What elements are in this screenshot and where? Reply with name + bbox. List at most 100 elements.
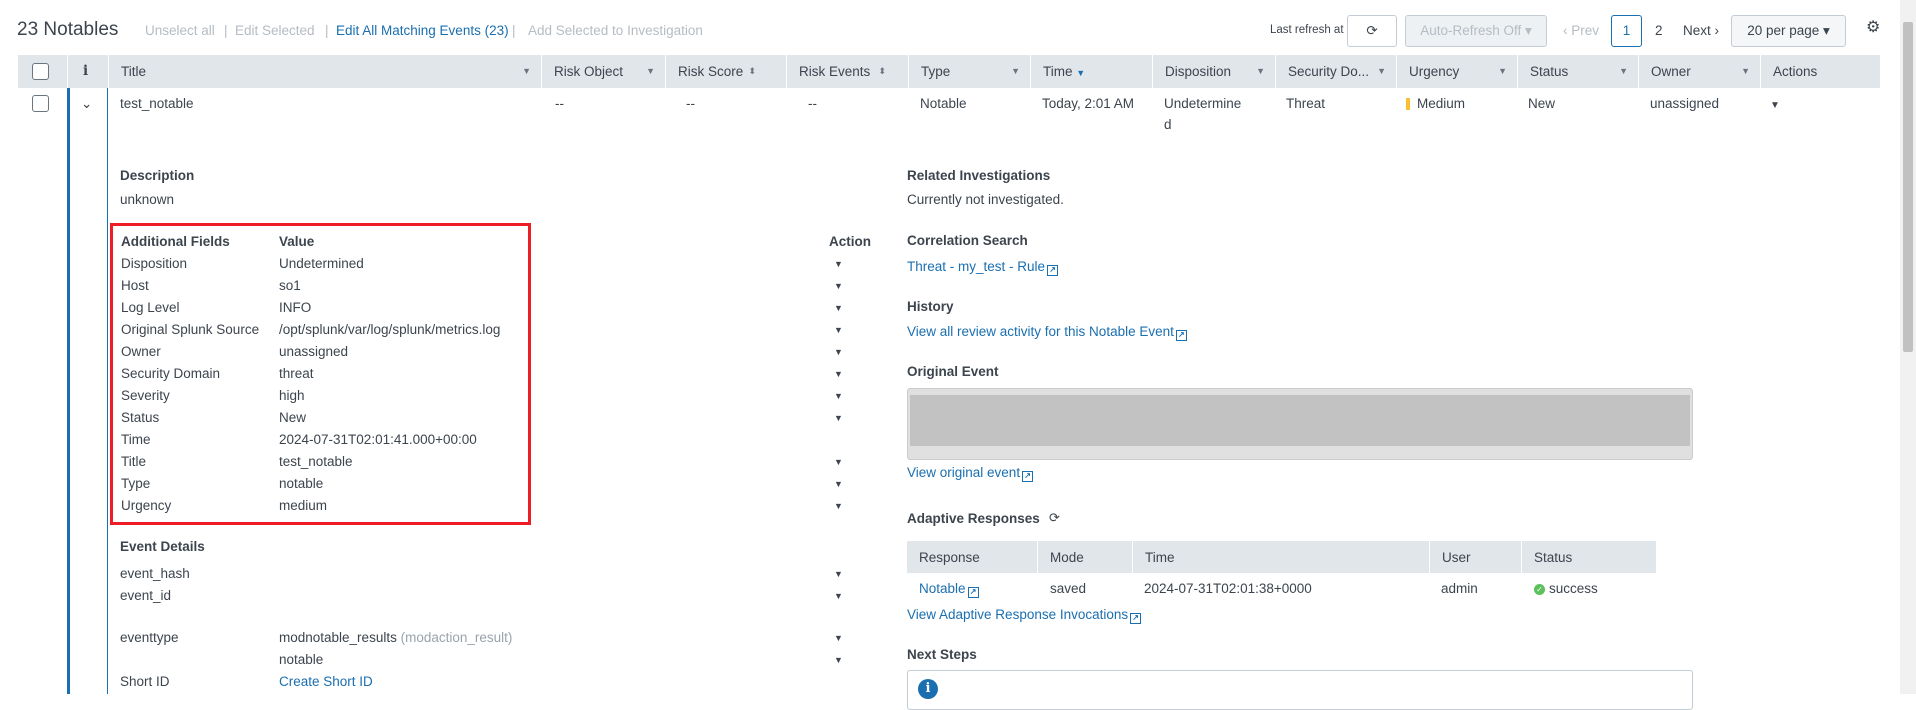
additional-field-value: INFO [279, 300, 312, 315]
row-type: Notable [920, 96, 967, 111]
refresh-button[interactable]: ⟳ [1347, 15, 1397, 47]
field-action-dropdown[interactable]: ▼ [834, 413, 843, 423]
auto-refresh-button[interactable]: Auto-Refresh Off ▾ [1405, 15, 1547, 47]
table-header: i Title ▼ Risk Object ▼ Risk Score ⬍ Risk E… [18, 55, 1880, 88]
additional-field-value: notable [279, 476, 324, 491]
row-security-domain: Threat [1286, 96, 1326, 111]
scrollbar[interactable] [1900, 0, 1916, 694]
page-2-button[interactable]: 2 [1655, 23, 1663, 38]
history-label: History [907, 299, 954, 314]
additional-field-name: Log Level [121, 300, 180, 315]
related-investigations-text: Currently not investigated. [907, 192, 1064, 207]
external-link-icon: ↗ [1047, 265, 1059, 276]
additional-field-value: threat [279, 366, 314, 381]
field-action-dropdown[interactable]: ▼ [834, 325, 843, 335]
field-action-dropdown[interactable]: ▼ [834, 501, 843, 511]
next-page-button[interactable]: Next › [1683, 23, 1719, 38]
related-investigations-label: Related Investigations [907, 168, 1051, 183]
additional-field-name: Owner [121, 344, 161, 359]
row-risk-score: -- [686, 96, 695, 111]
field-action-dropdown[interactable]: ▼ [834, 303, 843, 313]
short-id-label: Short ID [120, 674, 170, 689]
additional-field-value: 2024-07-31T02:01:41.000+00:00 [279, 432, 477, 447]
ar-time: 2024-07-31T02:01:38+0000 [1144, 581, 1312, 596]
additional-field-value: unassigned [279, 344, 349, 359]
settings-gear-icon[interactable]: ⚙ [1866, 17, 1880, 37]
eventtype-field: eventtype [120, 630, 179, 645]
additional-field-name: Time [121, 432, 151, 447]
event-id-action-dropdown[interactable]: ▼ [834, 591, 843, 601]
column-risk-events[interactable]: Risk Events ⬍ [786, 55, 908, 88]
per-page-select[interactable]: 20 per page ▾ [1731, 15, 1846, 47]
collapse-row-chevron-icon[interactable]: ⌄ [81, 96, 92, 112]
eventtype-action-dropdown[interactable]: ▼ [834, 633, 843, 643]
field-action-dropdown[interactable]: ▼ [834, 479, 843, 489]
prev-page-button[interactable]: ‹ Prev [1563, 23, 1599, 38]
adaptive-responses-label: Adaptive Responses [907, 511, 1040, 526]
additional-field-name: Status [121, 410, 160, 425]
edit-all-matching-link[interactable]: Edit All Matching Events (23) [336, 23, 509, 38]
unselect-all-link[interactable]: Unselect all [145, 23, 215, 38]
column-risk-score[interactable]: Risk Score ⬍ [665, 55, 786, 88]
column-status[interactable]: Status ▼ [1517, 55, 1638, 88]
row-actions-dropdown[interactable]: ▼ [1770, 100, 1780, 111]
column-risk-object[interactable]: Risk Object ▼ [541, 55, 665, 88]
description-value: unknown [120, 192, 175, 207]
row-owner: unassigned [1650, 96, 1720, 111]
select-all-checkbox[interactable] [32, 63, 49, 80]
row-title: test_notable [120, 96, 194, 111]
row-status: New [1528, 96, 1556, 111]
eventtype-2-action-dropdown[interactable]: ▼ [834, 655, 843, 665]
field-action-dropdown[interactable]: ▼ [834, 281, 843, 291]
info-icon: i [918, 679, 938, 699]
field-action-dropdown[interactable]: ▼ [834, 457, 843, 467]
value-header: Value [279, 234, 315, 249]
additional-field-value: Undetermined [279, 256, 364, 271]
column-type[interactable]: Type ▼ [908, 55, 1030, 88]
scrollbar-thumb[interactable] [1903, 22, 1913, 352]
view-ar-invocations-link[interactable]: View Adaptive Response Invocations ↗ [907, 607, 1142, 624]
additional-field-value: test_notable [279, 454, 353, 469]
correlation-search-label: Correlation Search [907, 233, 1028, 248]
create-short-id-link[interactable]: Create Short ID [279, 674, 373, 689]
additional-field-name: Type [121, 476, 151, 491]
ar-table-header: Response Mode Time User Status [907, 541, 1656, 574]
column-owner[interactable]: Owner ▼ [1638, 55, 1760, 88]
ar-user: admin [1441, 581, 1478, 596]
additional-field-name: Disposition [121, 256, 188, 271]
additional-field-value: New [279, 410, 307, 425]
adaptive-refresh-icon[interactable]: ⟳ [1049, 510, 1060, 526]
field-action-dropdown[interactable]: ▼ [834, 369, 843, 379]
page-1-button[interactable]: 1 [1611, 15, 1642, 47]
additional-field-name: Security Domain [121, 366, 221, 381]
row-checkbox[interactable] [32, 95, 49, 112]
column-security-domain[interactable]: Security Do... ▼ [1275, 55, 1396, 88]
add-to-investigation-link[interactable]: Add Selected to Investigation [528, 23, 703, 38]
event-hash-field: event_hash [120, 566, 190, 581]
field-action-dropdown[interactable]: ▼ [834, 391, 843, 401]
row-risk-events: -- [808, 96, 817, 111]
external-link-icon: ↗ [1175, 330, 1187, 341]
additional-field-value: medium [279, 498, 328, 513]
row-disposition: Undetermine d [1164, 96, 1242, 132]
view-original-event-link[interactable]: View original event ↗ [907, 465, 1034, 482]
description-label: Description [120, 168, 195, 183]
external-link-icon: ↗ [967, 587, 979, 598]
correlation-search-link[interactable]: Threat - my_test - Rule ↗ [907, 259, 1059, 276]
column-title[interactable]: Title ▼ [108, 55, 541, 88]
column-disposition[interactable]: Disposition ▼ [1152, 55, 1275, 88]
external-link-icon: ↗ [1022, 471, 1034, 482]
additional-field-value: /opt/splunk/var/log/splunk/metrics.log [279, 322, 501, 337]
event-hash-action-dropdown[interactable]: ▼ [834, 569, 843, 579]
eventtype-value-1: modnotable_results (modaction_result) [279, 630, 513, 645]
ar-response-link[interactable]: Notable ↗ [919, 581, 979, 598]
row-risk-object: -- [555, 96, 564, 111]
original-event-box [907, 388, 1693, 460]
column-time[interactable]: Time ▼ [1030, 55, 1152, 88]
event-id-field: event_id [120, 588, 172, 603]
history-link[interactable]: View all review activity for this Notabl… [907, 324, 1187, 341]
field-action-dropdown[interactable]: ▼ [834, 347, 843, 357]
edit-selected-link[interactable]: Edit Selected [235, 23, 315, 38]
field-action-dropdown[interactable]: ▼ [834, 259, 843, 269]
column-urgency[interactable]: Urgency ▼ [1396, 55, 1517, 88]
